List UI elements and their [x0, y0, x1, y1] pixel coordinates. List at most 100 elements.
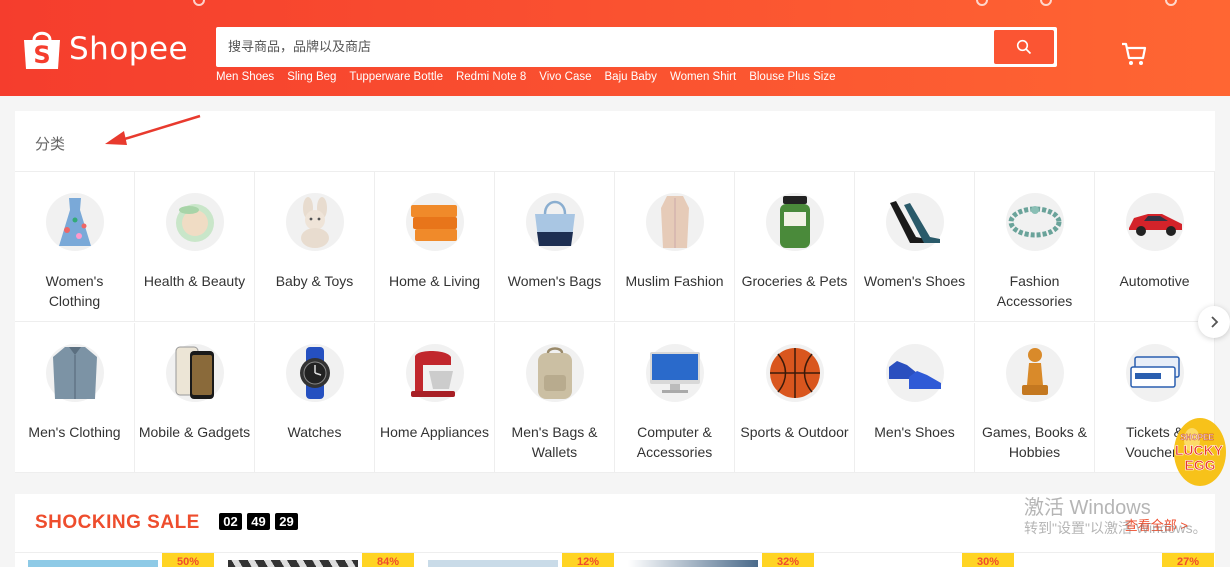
hot-keyword-link[interactable]: Sling Beg: [287, 71, 336, 87]
category-label: Women's Shoes: [863, 273, 966, 289]
svg-text:S: S: [33, 41, 50, 69]
product-image: [228, 560, 358, 567]
help-icon[interactable]: [976, 0, 988, 6]
category-item-health-beauty[interactable]: Health & Beauty: [135, 172, 255, 322]
cart-icon[interactable]: [1120, 40, 1148, 68]
category-label: Computer & Accessories: [636, 424, 713, 460]
product-image: [428, 560, 558, 567]
category-label: Baby & Toys: [275, 273, 354, 289]
category-item-mens-shoes[interactable]: Men's Shoes: [855, 323, 975, 473]
category-item-sports-outdoor[interactable]: Sports & Outdoor: [735, 323, 855, 473]
lucky-egg-line2: LUCKY: [1175, 442, 1224, 458]
language-icon[interactable]: [1040, 0, 1052, 6]
category-item-groceries-pets[interactable]: Groceries & Pets: [735, 172, 855, 322]
sale-product[interactable]: 84%: [228, 553, 414, 567]
annotation-arrow-icon: [105, 114, 201, 145]
category-label: Automotive: [1119, 273, 1190, 289]
watch-icon: [285, 344, 344, 402]
ticket-icon: [1125, 344, 1184, 402]
basketball-icon: [765, 344, 824, 402]
search-input[interactable]: [228, 37, 988, 57]
category-label: Muslim Fashion: [625, 273, 724, 289]
sale-product[interactable]: 27%: [1028, 553, 1214, 567]
notification-icon[interactable]: [193, 0, 205, 6]
category-item-games-books-hobbies[interactable]: Games, Books & Hobbies: [975, 323, 1095, 473]
hot-keyword-link[interactable]: Women Shirt: [670, 71, 736, 87]
sale-title: SHOCKING SALE: [35, 512, 200, 533]
category-item-mens-bags-wallets[interactable]: Men's Bags & Wallets: [495, 323, 615, 473]
sale-product[interactable]: 30%: [828, 553, 1014, 567]
category-label: Men's Shoes: [874, 424, 955, 440]
smartphone-icon: [165, 344, 224, 402]
windows-activation-watermark: 激活 Windows: [1024, 497, 1151, 519]
search-button[interactable]: [994, 30, 1054, 64]
hot-keywords: Men Shoes Sling Beg Tupperware Bottle Re…: [216, 71, 836, 87]
category-item-home-appliances[interactable]: Home Appliances: [375, 323, 495, 473]
category-label: Games, Books & Hobbies: [981, 424, 1088, 460]
hot-keyword-link[interactable]: Vivo Case: [539, 71, 591, 87]
chevron-right-icon: [1211, 316, 1219, 328]
sale-product[interactable]: 50%: [28, 553, 214, 567]
shopee-logo[interactable]: S Shopee: [22, 26, 188, 72]
category-label: Home Appliances: [380, 424, 489, 440]
category-item-watches[interactable]: Watches: [255, 323, 375, 473]
category-item-mens-clothing[interactable]: Men's Clothing: [15, 323, 135, 473]
hot-keyword-link[interactable]: Redmi Note 8: [456, 71, 526, 87]
category-label: Women's Bags: [507, 273, 602, 289]
shirt-icon: [45, 344, 104, 402]
category-next-button[interactable]: [1198, 306, 1230, 338]
brand-name: Shopee: [69, 31, 189, 67]
dress-icon: [45, 193, 104, 251]
category-item-home-living[interactable]: Home & Living: [375, 172, 495, 322]
category-label: Mobile & Gadgets: [138, 424, 251, 440]
discount-badge: 27%: [1162, 553, 1214, 567]
hot-keyword-link[interactable]: Baju Baby: [605, 71, 657, 87]
backpack-icon: [525, 344, 584, 402]
category-item-computer-accessories[interactable]: Computer & Accessories: [615, 323, 735, 473]
category-item-fashion-accessories[interactable]: Fashion Accessories: [975, 172, 1095, 322]
chess-pawn-icon: [1005, 344, 1064, 402]
product-image: [28, 560, 158, 567]
category-grid: Women's Clothing Health & Beauty Baby & …: [15, 171, 1215, 473]
discount-badge: 84%: [362, 553, 414, 567]
category-label: Men's Clothing: [28, 424, 121, 440]
category-item-automotive[interactable]: Automotive: [1095, 172, 1215, 322]
category-label: Groceries & Pets: [741, 273, 848, 289]
sports-car-icon: [1125, 193, 1184, 251]
category-title: 分类: [35, 135, 66, 153]
stand-mixer-icon: [405, 344, 464, 402]
header: S Shopee Men Shoes Sling Beg Tupperware …: [0, 0, 1230, 96]
high-heels-icon: [885, 193, 944, 251]
shopping-bag-logo-icon: S: [24, 31, 60, 69]
bracelet-icon: [1005, 193, 1064, 251]
jar-icon: [765, 193, 824, 251]
discount-badge: 30%: [962, 553, 1014, 567]
hot-keyword-link[interactable]: Blouse Plus Size: [749, 71, 835, 87]
category-item-mobile-gadgets[interactable]: Mobile & Gadgets: [135, 323, 255, 473]
monitor-icon: [645, 344, 704, 402]
category-item-womens-shoes[interactable]: Women's Shoes: [855, 172, 975, 322]
category-item-muslim-fashion[interactable]: Muslim Fashion: [615, 172, 735, 322]
timer-hours: 02: [219, 513, 242, 530]
sale-product[interactable]: 12%: [428, 553, 614, 567]
hot-keyword-link[interactable]: Men Shoes: [216, 71, 274, 87]
account-icon[interactable]: [1165, 0, 1177, 6]
category-label: Fashion Accessories: [996, 273, 1073, 309]
category-label: Women's Clothing: [45, 273, 104, 309]
storage-box-icon: [405, 193, 464, 251]
category-item-womens-clothing[interactable]: Women's Clothing: [15, 172, 135, 322]
timer-minutes: 49: [247, 513, 270, 530]
category-item-womens-bags[interactable]: Women's Bags: [495, 172, 615, 322]
category-item-baby-toys[interactable]: Baby & Toys: [255, 172, 375, 322]
compact-powder-icon: [165, 193, 224, 251]
lucky-egg-line1: SHOPEE: [1180, 433, 1214, 442]
sale-product[interactable]: 32%: [628, 553, 814, 567]
hot-keyword-link[interactable]: Tupperware Bottle: [349, 71, 443, 87]
lucky-egg-icon[interactable]: SHOPEE LUCKY EGG: [1162, 412, 1230, 488]
category-label: Health & Beauty: [143, 273, 246, 289]
lucky-egg-line3: EGG: [1184, 457, 1215, 473]
discount-badge: 12%: [562, 553, 614, 567]
robe-icon: [645, 193, 704, 251]
category-section: 分类 Women's Clothing Health & Beauty Baby…: [15, 111, 1215, 473]
tote-bag-icon: [525, 193, 584, 251]
